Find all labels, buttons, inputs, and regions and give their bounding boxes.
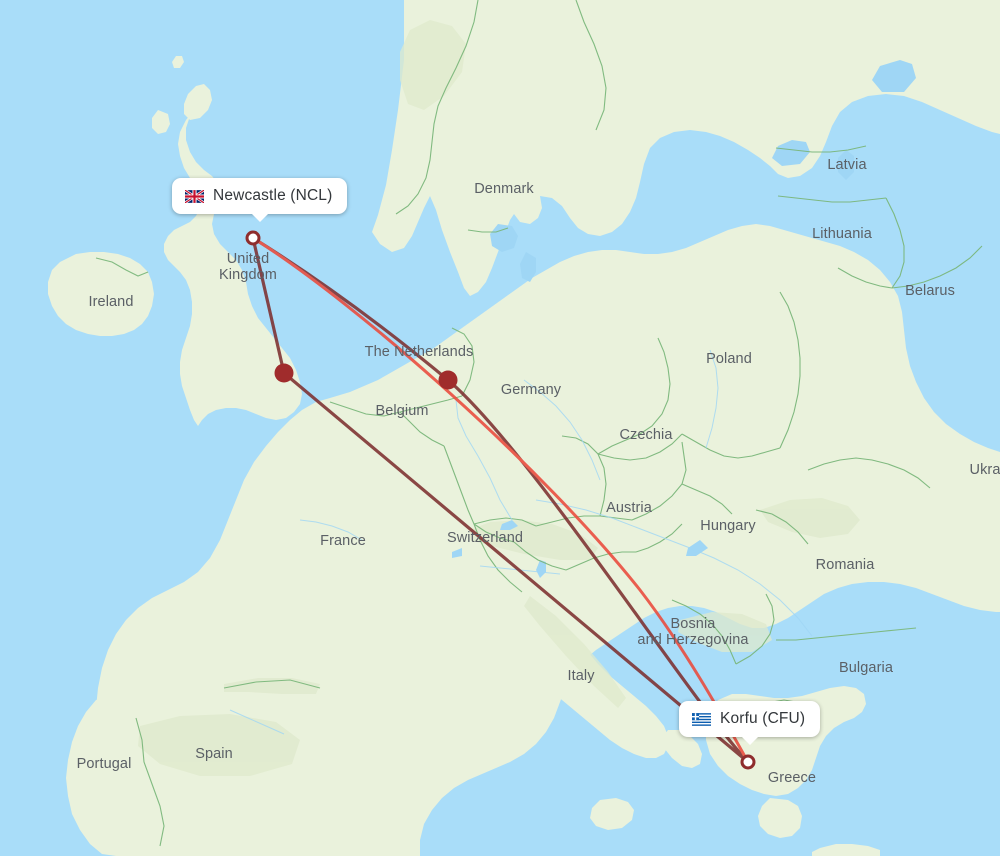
uk-flag-icon [185, 189, 204, 203]
flight-route-map[interactable]: Ireland United Kingdom Denmark The Netherla… [0, 0, 1000, 856]
waypoint-england[interactable] [274, 363, 294, 383]
waypoint-germany[interactable] [438, 370, 458, 390]
newcastle-marker[interactable] [245, 230, 261, 246]
tooltip-tail [250, 213, 269, 222]
tooltip-tail [740, 736, 759, 745]
korfu-marker[interactable] [740, 754, 756, 770]
korfu-tooltip-label: Korfu (CFU) [720, 710, 806, 727]
greece-flag-icon [692, 712, 711, 726]
newcastle-tooltip-label: Newcastle (NCL) [213, 187, 333, 204]
korfu-tooltip[interactable]: Korfu (CFU) [679, 701, 821, 745]
map-canvas [0, 0, 1000, 856]
newcastle-tooltip[interactable]: Newcastle (NCL) [172, 178, 348, 222]
